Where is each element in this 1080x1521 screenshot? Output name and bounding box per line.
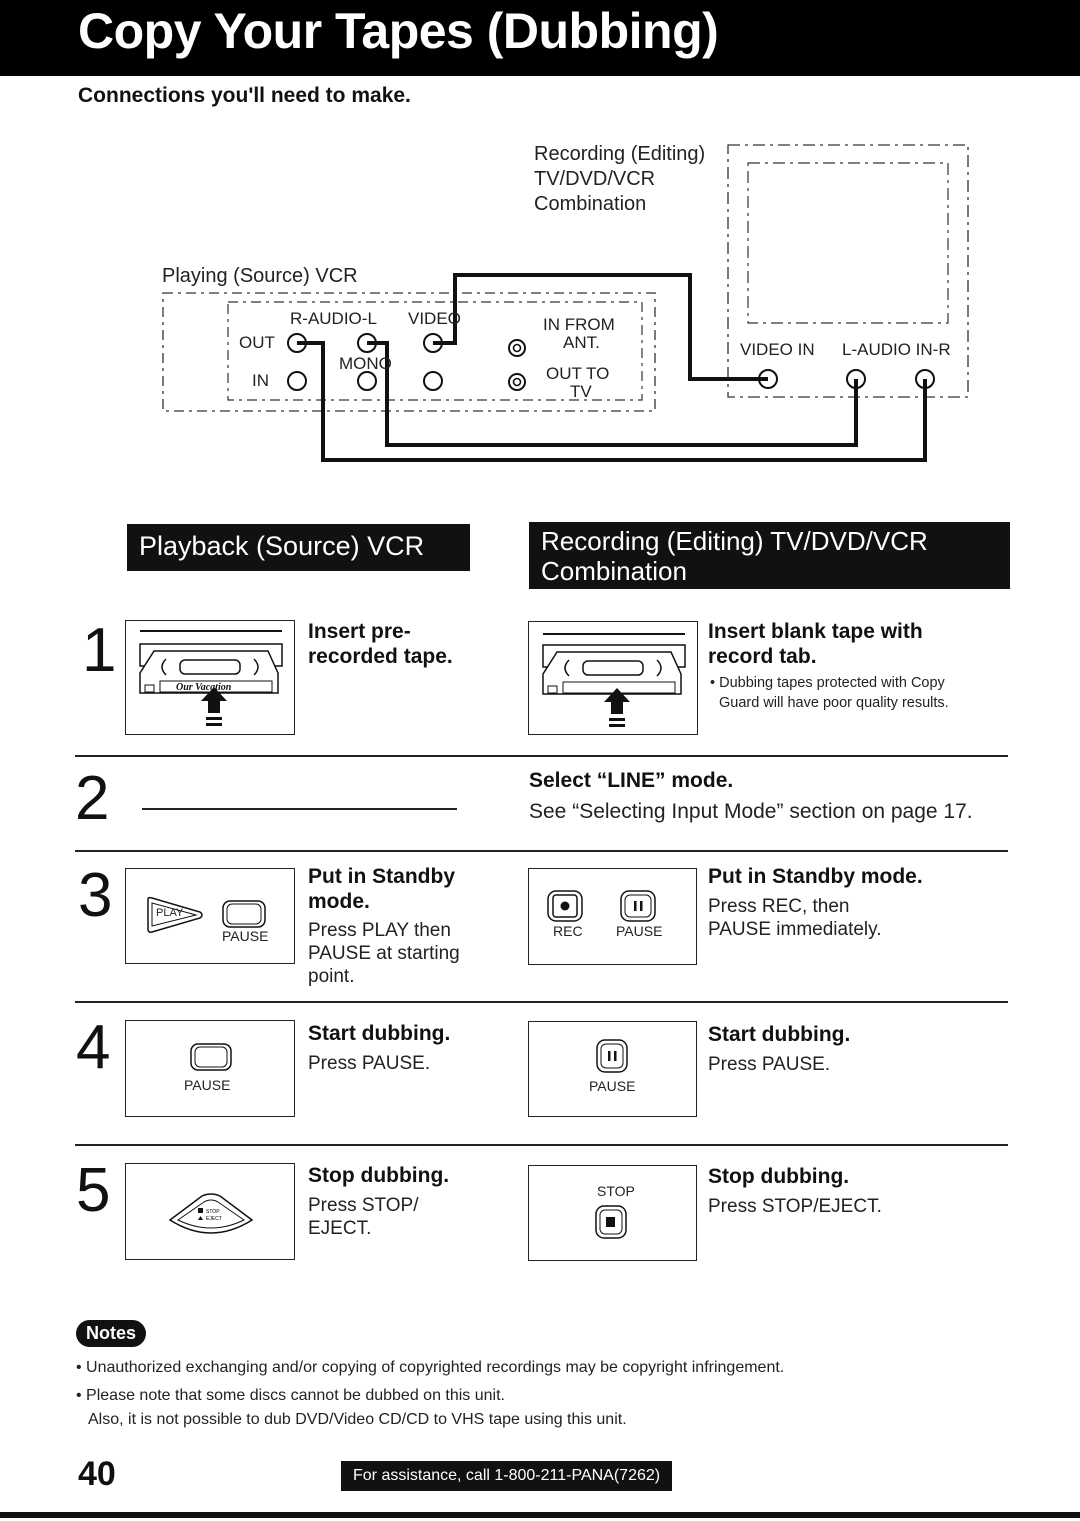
note-item-2: • Please note that some discs cannot be … bbox=[76, 1387, 505, 1404]
ant-in-jack bbox=[508, 339, 526, 357]
step4-left-heading: Start dubbing. bbox=[308, 1022, 451, 1045]
in-row-label: IN bbox=[252, 371, 269, 390]
pause-label: PAUSE bbox=[616, 923, 663, 939]
step-divider bbox=[75, 1001, 1008, 1003]
eject-text: EJECT bbox=[206, 1216, 222, 1222]
stop-button-icon bbox=[595, 1205, 627, 1239]
pause-button-icon bbox=[222, 900, 266, 928]
pause-label: PAUSE bbox=[222, 928, 269, 944]
vhs-tape-icon bbox=[139, 630, 283, 726]
step-number-4: 4 bbox=[76, 1013, 111, 1082]
target-video-in-label: VIDEO IN bbox=[740, 340, 815, 359]
target-screen bbox=[747, 162, 949, 324]
video-in-jack bbox=[423, 371, 443, 391]
step-divider bbox=[75, 850, 1008, 852]
page-number: 40 bbox=[78, 1455, 116, 1493]
step5-left-text-line-2: EJECT. bbox=[308, 1218, 372, 1239]
connection-diagram bbox=[162, 144, 969, 462]
mono-label: MONO bbox=[339, 354, 392, 373]
stop-eject-illustration-source: STOP EJECT bbox=[125, 1163, 295, 1260]
audio-jack-label: R-AUDIO-L bbox=[290, 309, 377, 328]
step4-right-text: Press PAUSE. bbox=[708, 1054, 831, 1075]
step3-left-heading-line-2: mode. bbox=[308, 890, 370, 913]
step-divider bbox=[75, 1144, 1008, 1146]
left-column-heading: Playback (Source) VCR bbox=[127, 524, 470, 571]
step1-right-heading-line-1: Insert blank tape with bbox=[708, 620, 923, 643]
play-label: PLAY bbox=[156, 907, 184, 919]
step1-right-heading: Insert blank tape with record tab. bbox=[708, 619, 923, 669]
right-heading-line-1: Recording (Editing) TV/DVD/VCR bbox=[541, 526, 928, 556]
step4-left-text: Press PAUSE. bbox=[308, 1053, 431, 1074]
step3-left-heading-line-1: Put in Standby bbox=[308, 865, 455, 888]
tape-label: Our Vacation bbox=[176, 682, 232, 693]
out-row-label: OUT bbox=[239, 333, 275, 352]
step1-right-note: • Dubbing tapes protected with Copy Guar… bbox=[710, 673, 949, 713]
vhs-tape-icon bbox=[542, 633, 686, 727]
step5-left-text: Press STOP/ EJECT. bbox=[308, 1194, 419, 1240]
target-audio-in-label: L-AUDIO IN-R bbox=[842, 340, 951, 359]
stop-eject-button-icon: STOP EJECT bbox=[168, 1193, 254, 1234]
bottom-rule bbox=[0, 1512, 1080, 1518]
note-item-2-continued: Also, it is not possible to dub DVD/Vide… bbox=[88, 1411, 627, 1428]
pause-label: PAUSE bbox=[589, 1078, 636, 1094]
rec-pause-illustration: REC PAUSE bbox=[528, 868, 697, 965]
note-item-1: • Unauthorized exchanging and/or copying… bbox=[76, 1359, 785, 1376]
out-to-label: OUT TO bbox=[546, 364, 610, 383]
audio-l-in-jack bbox=[357, 371, 377, 391]
pause-illustration-target: PAUSE bbox=[528, 1021, 697, 1117]
step-divider bbox=[75, 755, 1008, 757]
step3-left-text: Press PLAY then PAUSE at starting point. bbox=[308, 919, 460, 988]
insert-tape-illustration-source: Our Vacation bbox=[125, 620, 295, 735]
ant-out-jack bbox=[508, 373, 526, 391]
step5-right-heading: Stop dubbing. bbox=[708, 1165, 850, 1188]
step-number-5: 5 bbox=[76, 1156, 111, 1225]
in-from-label: IN FROM bbox=[543, 315, 615, 334]
step3-left-text-line-3: point. bbox=[308, 966, 355, 987]
step1-right-heading-line-2: record tab. bbox=[708, 645, 817, 668]
play-pause-illustration: PLAY PAUSE bbox=[125, 868, 295, 964]
step5-right-text: Press STOP/EJECT. bbox=[708, 1196, 882, 1217]
stop-text: STOP bbox=[206, 1209, 220, 1215]
right-column-heading: Recording (Editing) TV/DVD/VCR Combinati… bbox=[529, 522, 1010, 589]
step3-right-text-line-2: PAUSE immediately. bbox=[708, 919, 882, 940]
step1-left-heading-line-1: Insert pre- bbox=[308, 620, 411, 643]
audio-r-in-jack bbox=[287, 371, 307, 391]
step3-right-text-line-1: Press REC, then bbox=[708, 896, 850, 917]
step3-left-heading: Put in Standby mode. bbox=[308, 864, 455, 914]
step1-note-line-2: Guard will have poor quality results. bbox=[719, 695, 949, 711]
ant-label: ANT. bbox=[563, 333, 600, 352]
step5-left-text-line-1: Press STOP/ bbox=[308, 1195, 419, 1216]
step4-right-heading: Start dubbing. bbox=[708, 1023, 851, 1046]
step1-left-heading-line-2: recorded tape. bbox=[308, 645, 453, 668]
step3-left-text-line-2: PAUSE at starting bbox=[308, 943, 460, 964]
notes-badge: Notes bbox=[76, 1320, 147, 1347]
step3-right-heading: Put in Standby mode. bbox=[708, 865, 923, 888]
step3-left-text-line-1: Press PLAY then bbox=[308, 920, 451, 941]
step-number-1: 1 bbox=[82, 616, 117, 685]
step-number-3: 3 bbox=[78, 861, 113, 930]
video-jack-label: VIDEO bbox=[408, 309, 461, 328]
rec-button-icon bbox=[547, 890, 583, 922]
stop-label: STOP bbox=[597, 1183, 635, 1199]
no-action-line bbox=[142, 808, 457, 810]
stop-illustration-target: STOP bbox=[528, 1165, 697, 1261]
step-number-2: 2 bbox=[75, 764, 110, 833]
pause-button-icon bbox=[620, 890, 656, 922]
step1-note-line-1: • Dubbing tapes protected with Copy bbox=[710, 675, 945, 691]
step2-heading: Select “LINE” mode. bbox=[529, 769, 734, 792]
assistance-banner: For assistance, call 1-800-211-PANA(7262… bbox=[341, 1461, 673, 1491]
pause-button-icon bbox=[190, 1043, 232, 1071]
insert-tape-illustration-target bbox=[528, 621, 698, 735]
step2-text: See “Selecting Input Mode” section on pa… bbox=[529, 800, 973, 823]
step3-right-text: Press REC, then PAUSE immediately. bbox=[708, 895, 882, 941]
rec-label: REC bbox=[553, 923, 583, 939]
pause-button-icon bbox=[596, 1039, 628, 1073]
right-heading-line-2: Combination bbox=[541, 556, 687, 586]
tv-label: TV bbox=[570, 382, 592, 401]
step1-left-heading: Insert pre- recorded tape. bbox=[308, 619, 453, 669]
pause-illustration-source: PAUSE bbox=[125, 1020, 295, 1117]
pause-label: PAUSE bbox=[184, 1077, 231, 1093]
step5-left-heading: Stop dubbing. bbox=[308, 1164, 450, 1187]
